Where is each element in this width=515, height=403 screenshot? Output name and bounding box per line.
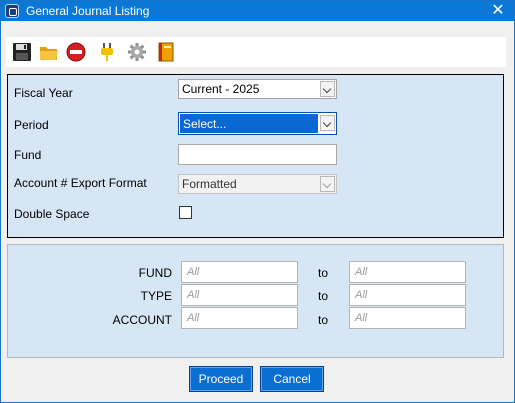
fund-to-input[interactable]: All (349, 261, 466, 283)
to-label: to (318, 266, 329, 280)
fund-from-placeholder: All (187, 266, 200, 278)
connect-button[interactable] (96, 41, 118, 63)
toolbar (6, 37, 506, 67)
double-space-checkbox[interactable] (179, 206, 192, 219)
window-title: General Journal Listing (26, 4, 150, 18)
fund-label: Fund (14, 148, 42, 162)
save-button[interactable] (11, 41, 33, 63)
type-to-placeholder: All (355, 289, 368, 301)
stop-button[interactable] (65, 41, 87, 63)
chevron-down-icon (320, 115, 335, 131)
folder-icon (40, 47, 58, 60)
account-from-input[interactable]: All (181, 307, 298, 329)
fund-to-placeholder: All (355, 266, 368, 278)
chevron-down-icon (320, 81, 335, 97)
account-from-placeholder: All (187, 312, 200, 324)
proceed-button[interactable]: Proceed (189, 366, 253, 392)
fiscal-year-value: Current - 2025 (182, 82, 260, 96)
period-selection-highlight: Select... (180, 114, 318, 133)
to-label: to (318, 313, 329, 327)
to-label: to (318, 289, 329, 303)
range-panel: FUND All to All TYPE All to All ACCOUNT … (7, 244, 504, 358)
export-format-select[interactable]: Formatted (178, 174, 337, 194)
plug-icon (101, 43, 113, 61)
fiscal-year-label: Fiscal Year (14, 86, 73, 100)
account-to-input[interactable]: All (349, 307, 466, 329)
period-select[interactable]: Select... (178, 112, 337, 135)
export-format-label: Account # Export Format (14, 176, 147, 190)
range-label-type: TYPE (140, 289, 172, 303)
title-bar[interactable]: General Journal Listing ✕ (1, 1, 514, 21)
type-from-input[interactable]: All (181, 284, 298, 306)
period-value: Select... (183, 117, 227, 131)
cancel-button[interactable]: Cancel (260, 366, 324, 392)
double-space-label: Double Space (14, 207, 90, 221)
close-button[interactable]: ✕ (490, 2, 506, 20)
range-label-account: ACCOUNT (112, 313, 172, 327)
chevron-down-icon (320, 176, 335, 192)
export-format-value: Formatted (182, 177, 237, 191)
save-icon (13, 43, 31, 61)
account-to-placeholder: All (355, 312, 368, 324)
close-icon: ✕ (491, 2, 505, 19)
gear-icon (128, 43, 146, 61)
period-label: Period (14, 118, 49, 132)
type-to-input[interactable]: All (349, 284, 466, 306)
open-button[interactable] (38, 41, 60, 63)
fund-input[interactable] (178, 144, 337, 165)
book-icon (158, 42, 174, 62)
help-button[interactable] (155, 41, 177, 63)
options-panel: Fiscal Year Current - 2025 Period Select… (7, 74, 504, 238)
dialog-window: General Journal Listing ✕ Fiscal Year Cu… (0, 0, 515, 403)
stop-icon (66, 42, 86, 62)
fiscal-year-select[interactable]: Current - 2025 (178, 79, 337, 99)
fund-from-input[interactable]: All (181, 261, 298, 283)
type-from-placeholder: All (187, 289, 200, 301)
app-icon (5, 4, 19, 18)
settings-button[interactable] (126, 41, 148, 63)
range-label-fund: FUND (138, 266, 172, 280)
